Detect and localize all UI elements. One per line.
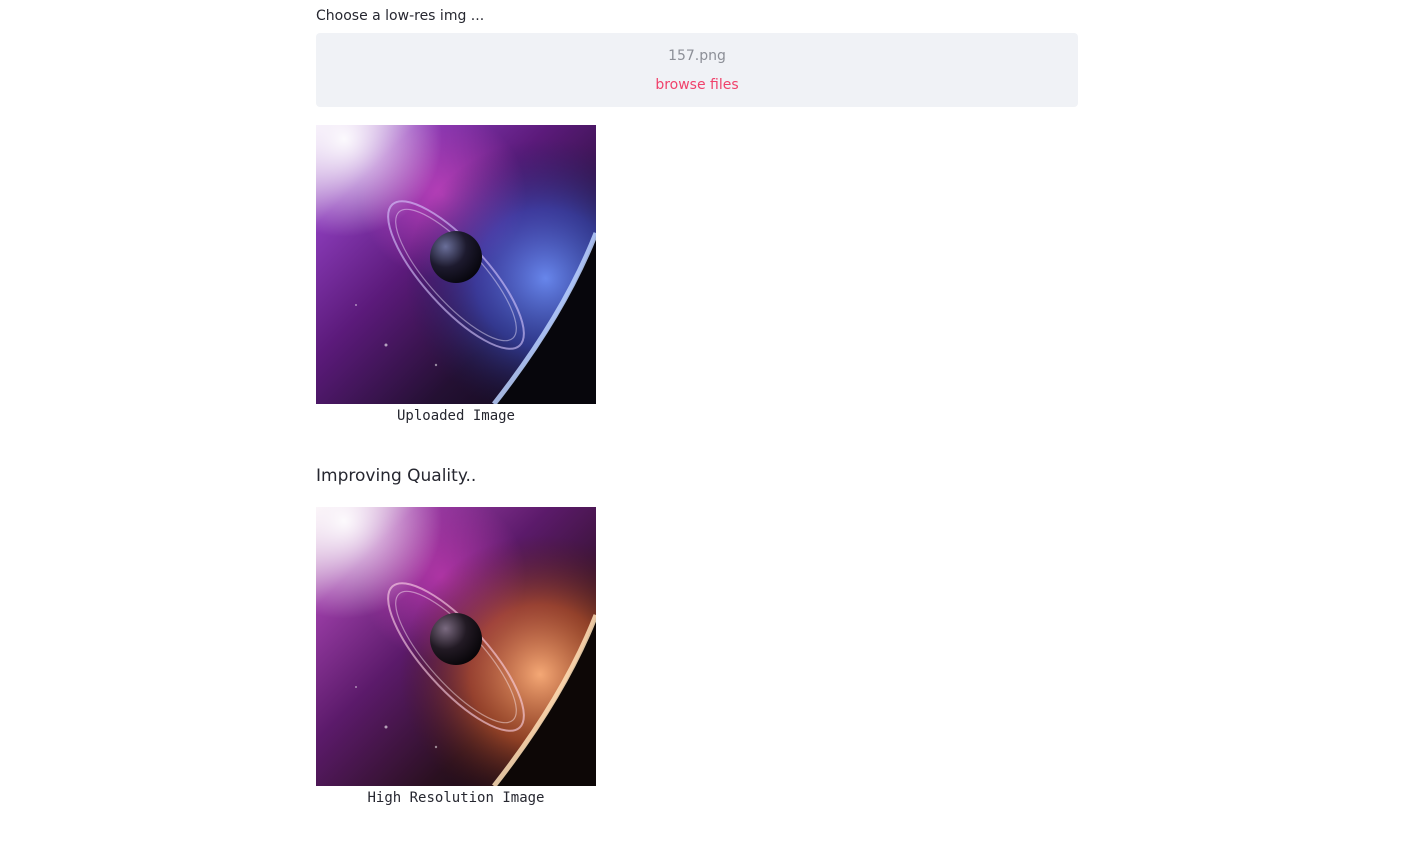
file-uploader-dropzone[interactable]: 157.png browse files <box>316 33 1078 107</box>
file-uploader-label: Choose a low-res img ... <box>316 8 485 24</box>
browse-files-button[interactable]: browse files <box>316 76 1078 94</box>
high-resolution-image <box>316 507 596 786</box>
uploaded-image <box>316 125 596 404</box>
high-res-image-caption: High Resolution Image <box>367 790 545 806</box>
uploaded-image-caption: Uploaded Image <box>396 408 515 424</box>
uploaded-file-name: 157.png <box>668 48 726 64</box>
improving-quality-status: Improving Quality.. <box>316 466 477 486</box>
uploaded-image-block: Uploaded Image <box>316 125 596 425</box>
high-res-image-block: High Resolution Image <box>316 507 596 807</box>
